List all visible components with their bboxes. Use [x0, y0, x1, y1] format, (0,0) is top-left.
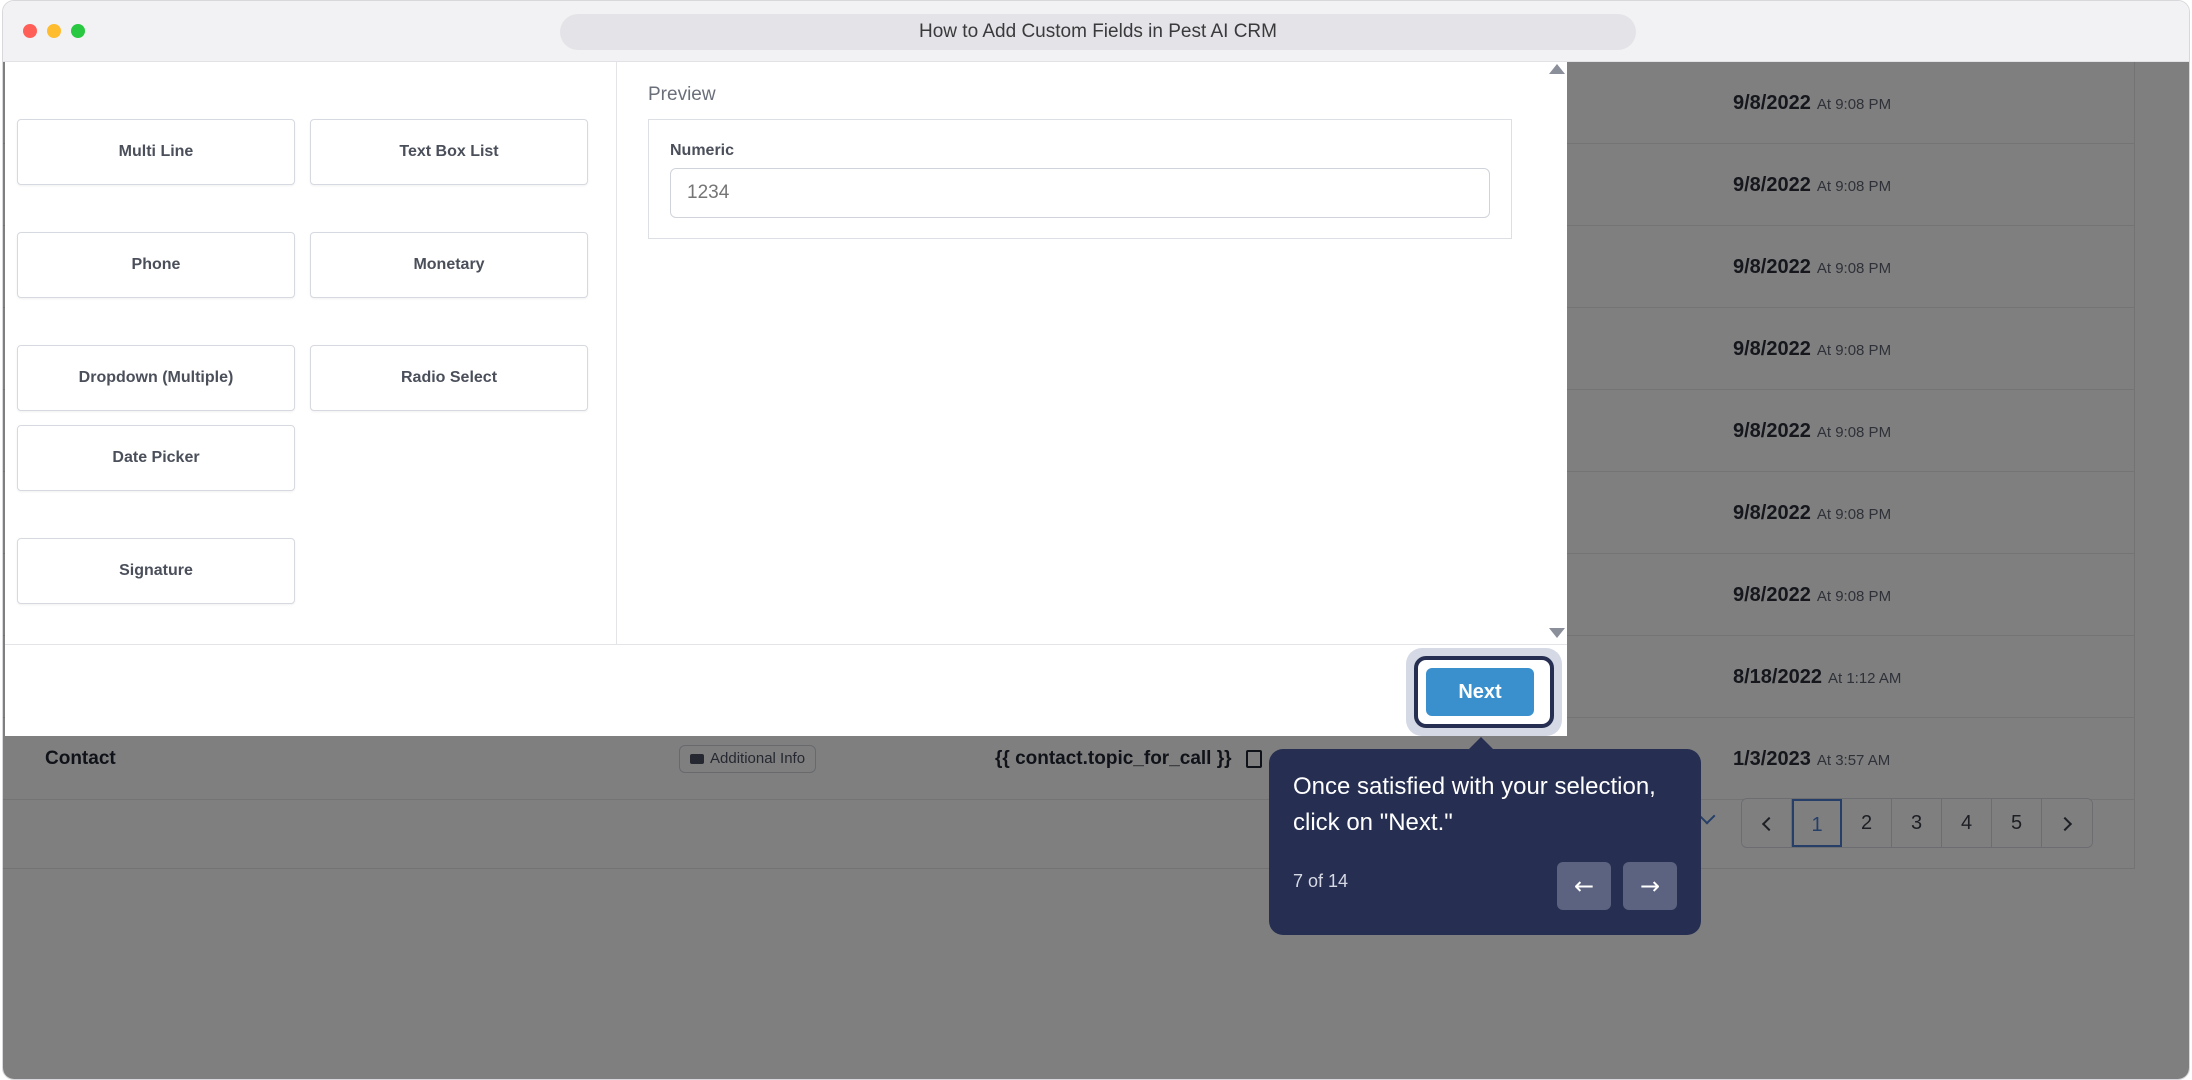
- arrow-left-icon: ←: [1573, 872, 1595, 900]
- tour-step-counter: 7 of 14: [1293, 871, 1349, 891]
- tour-highlight-border: Next: [1414, 656, 1554, 728]
- modal-footer: [5, 644, 1567, 736]
- tooltip-pointer: [1469, 737, 1493, 749]
- field-type-date-picker[interactable]: Date Picker: [17, 425, 295, 491]
- field-type-radio-select[interactable]: Radio Select: [310, 345, 588, 411]
- close-window-button[interactable]: [23, 24, 37, 38]
- scroll-down-arrow-icon[interactable]: [1549, 628, 1565, 638]
- field-type-phone[interactable]: Phone: [17, 232, 295, 298]
- preview-title: Preview: [648, 84, 716, 105]
- tooltip-message: Once satisfied with your selection, clic…: [1293, 773, 1656, 836]
- numeric-preview-input[interactable]: [670, 168, 1490, 218]
- field-type-multi-line[interactable]: Multi Line: [17, 119, 295, 185]
- add-custom-field-modal: Multi Line Text Box List Phone Monetary …: [5, 62, 1567, 736]
- field-type-list: Multi Line Text Box List Phone Monetary …: [5, 62, 617, 644]
- title-bar: How to Add Custom Fields in Pest AI CRM: [3, 1, 2189, 62]
- browser-window: How to Add Custom Fields in Pest AI CRM …: [2, 0, 2190, 1080]
- maximize-window-button[interactable]: [71, 24, 85, 38]
- next-button[interactable]: Next: [1426, 668, 1534, 716]
- field-type-signature[interactable]: Signature: [17, 538, 295, 604]
- tour-tooltip: Once satisfied with your selection, clic…: [1269, 737, 1701, 935]
- preview-field-label: Numeric: [670, 142, 735, 159]
- preview-pane: Preview Numeric: [618, 62, 1567, 644]
- arrow-right-icon: →: [1639, 872, 1661, 900]
- tour-prev-button[interactable]: ←: [1557, 862, 1611, 910]
- scroll-up-arrow-icon[interactable]: [1549, 64, 1565, 74]
- window-title: How to Add Custom Fields in Pest AI CRM: [560, 14, 1636, 50]
- minimize-window-button[interactable]: [47, 24, 61, 38]
- field-type-text-box-list[interactable]: Text Box List: [310, 119, 588, 185]
- preview-card: Numeric: [648, 119, 1512, 239]
- tour-highlight: Next: [1406, 648, 1562, 736]
- tour-next-button[interactable]: →: [1623, 862, 1677, 910]
- field-type-monetary[interactable]: Monetary: [310, 232, 588, 298]
- field-type-dropdown-multiple[interactable]: Dropdown (Multiple): [17, 345, 295, 411]
